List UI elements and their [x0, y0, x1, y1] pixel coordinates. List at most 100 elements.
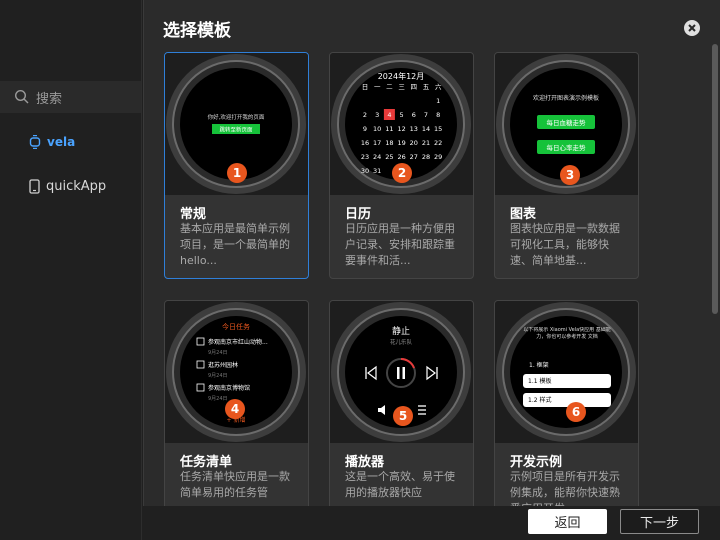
- card-title: 图表: [510, 207, 537, 222]
- calendar-day: 31: [373, 167, 381, 175]
- calendar-day: 14: [422, 125, 430, 133]
- template-panel: 选择模板 你好,欢迎打开我的页面 跳转至新页面 1 常规 基本应用是最简单示例项…: [143, 0, 720, 540]
- calendar-day: 21: [422, 139, 430, 147]
- card-description: 这是一个高效、易于使用的播放器快应: [345, 470, 455, 499]
- calendar-day: 19: [397, 139, 405, 147]
- calendar-day: 15: [434, 125, 442, 133]
- task-date: 9月24日: [208, 396, 228, 402]
- task-header: 今日任务: [222, 322, 250, 331]
- number-badge: 4: [225, 399, 245, 419]
- calendar-day: 30: [361, 167, 369, 175]
- watch-face-preview: 今日任务 参观南京市红山动物... 9月24日 逛苏州园林 9月24日 参观南京…: [166, 302, 306, 442]
- sidebar-item-vela[interactable]: vela: [0, 126, 141, 158]
- page-title: 选择模板: [163, 21, 231, 41]
- calendar-day: 8: [436, 111, 440, 119]
- track-artist: 花儿乐队: [390, 338, 413, 346]
- calendar-weekday: 三: [398, 83, 405, 91]
- template-card-tasklist[interactable]: 今日任务 参观南京市红山动物... 9月24日 逛苏州园林 9月24日 参观南京…: [164, 300, 309, 527]
- dev-intro: 以下将展示 Xiaomi Vela快应用 基础能力，你也可以参考开发 文档: [523, 327, 611, 340]
- calendar-day: 24: [373, 153, 381, 161]
- sidebar: 搜索 vela quickApp: [0, 0, 142, 540]
- calendar-day: 10: [373, 125, 381, 133]
- calendar-day: 22: [434, 139, 442, 147]
- template-thumbnail: 以下将展示 Xiaomi Vela快应用 基础能力，你也可以参考开发 文档 1.…: [495, 301, 638, 443]
- close-icon: [688, 24, 696, 32]
- calendar-day: 4: [387, 111, 391, 119]
- calendar-day: 3: [375, 111, 379, 119]
- scrollbar[interactable]: [712, 44, 718, 314]
- card-description: 基本应用是最简单示例项目，是一个最简单的hello...: [180, 222, 290, 267]
- calendar-day: 11: [385, 125, 393, 133]
- calendar-weekday: 二: [386, 83, 393, 91]
- template-card-calendar[interactable]: 2024年12月 日一二三四五六 1 2 3 4 5 6 7 8 9 10 11 12 13 14 15 16 1…: [329, 52, 474, 279]
- template-card-chart[interactable]: 欢迎打开图表演示例模板 每日血糖走势 每日心率走势 3 图表 图表快应用是一款数…: [494, 52, 639, 279]
- search-icon: [14, 89, 29, 104]
- calendar-weekday: 五: [423, 83, 430, 91]
- calendar-weekday: 一: [374, 83, 381, 91]
- template-card-player[interactable]: 静止 花儿乐队 5 播放器 这是一个高效、易于使用的播放器快应: [329, 300, 474, 527]
- calendar-weekday: 六: [435, 82, 442, 91]
- number-badge: 1: [227, 163, 247, 183]
- template-thumbnail: 今日任务 参观南京市红山动物... 9月24日 逛苏州园林 9月24日 参观南京…: [165, 301, 308, 443]
- dev-item: 1.1 模板: [528, 377, 551, 385]
- template-card-dev-examples[interactable]: 以下将展示 Xiaomi Vela快应用 基础能力，你也可以参考开发 文档 1.…: [494, 300, 639, 527]
- calendar-day: 12: [397, 125, 405, 133]
- dev-section: 1. 框架: [529, 361, 549, 369]
- calendar-day: 7: [424, 111, 428, 119]
- task-label: 参观南京市红山动物...: [208, 338, 268, 346]
- calendar-day: 23: [361, 153, 369, 161]
- calendar-weekday: 日: [362, 83, 369, 91]
- sidebar-item-quickapp[interactable]: quickApp: [0, 170, 141, 202]
- card-title: 任务清单: [180, 455, 233, 470]
- track-title: 静止: [392, 325, 410, 337]
- number-badge: 2: [392, 163, 412, 183]
- calendar-day: 6: [412, 111, 416, 119]
- calendar-day: 16: [361, 139, 369, 147]
- calendar-day: 9: [363, 125, 367, 133]
- number-badge: 3: [560, 165, 580, 185]
- calendar-header: 2024年12月: [378, 71, 425, 81]
- search-input[interactable]: 搜索: [0, 81, 141, 113]
- calendar-day: 27: [410, 153, 418, 161]
- calendar-day: 13: [410, 125, 418, 133]
- watch-icon: [29, 135, 41, 149]
- card-title: 播放器: [345, 455, 385, 470]
- task-label: 逛苏州园林: [208, 361, 238, 369]
- calendar-day: 29: [434, 153, 442, 161]
- card-description: 日历应用是一种方便用户记录、安排和跟踪重要事件和活...: [345, 222, 455, 267]
- screen-text: 你好,欢迎打开我的页面: [208, 113, 265, 121]
- screen-button: 跳转至新页面: [219, 126, 253, 134]
- calendar-day: 26: [397, 153, 405, 161]
- calendar-day: 20: [410, 139, 418, 147]
- calendar-weekday: 四: [411, 83, 418, 91]
- next-button[interactable]: 下一步: [620, 509, 699, 534]
- screen-button: 每日血糖走势: [547, 118, 587, 127]
- task-date: 9月24日: [208, 350, 228, 356]
- card-title: 日历: [345, 207, 372, 222]
- task-label: 参观南京博物馆: [208, 384, 250, 392]
- screen-text: 欢迎打开图表演示例模板: [533, 94, 599, 102]
- calendar-day: 28: [422, 153, 430, 161]
- card-title: 常规: [180, 207, 207, 222]
- sidebar-item-label: vela: [47, 135, 76, 149]
- calendar-day: 2: [363, 111, 367, 119]
- template-card-general[interactable]: 你好,欢迎打开我的页面 跳转至新页面 1 常规 基本应用是最简单示例项目，是一个…: [164, 52, 309, 279]
- dev-item: 1.2 样式: [528, 396, 551, 404]
- calendar-day: 1: [436, 97, 440, 105]
- watch-face-preview: 以下将展示 Xiaomi Vela快应用 基础能力，你也可以参考开发 文档 1.…: [496, 302, 636, 442]
- sidebar-item-label: quickApp: [46, 178, 107, 194]
- number-badge: 5: [393, 406, 413, 426]
- calendar-day: 5: [400, 111, 404, 119]
- back-button[interactable]: 返回: [528, 509, 607, 534]
- card-description: 图表快应用是一款数据可视化工具，能够快速、简单地基...: [510, 222, 620, 267]
- calendar-day: 18: [385, 139, 393, 147]
- number-badge: 6: [566, 402, 586, 422]
- close-button[interactable]: [684, 20, 700, 36]
- pause-icon: [397, 367, 400, 379]
- calendar-day: 25: [385, 153, 393, 161]
- card-description: 任务清单快应用是一款简单易用的任务管: [180, 470, 290, 499]
- phone-icon: [29, 178, 40, 194]
- search-placeholder: 搜索: [36, 91, 63, 107]
- calendar-day: 17: [373, 139, 381, 147]
- card-title: 开发示例: [510, 455, 563, 470]
